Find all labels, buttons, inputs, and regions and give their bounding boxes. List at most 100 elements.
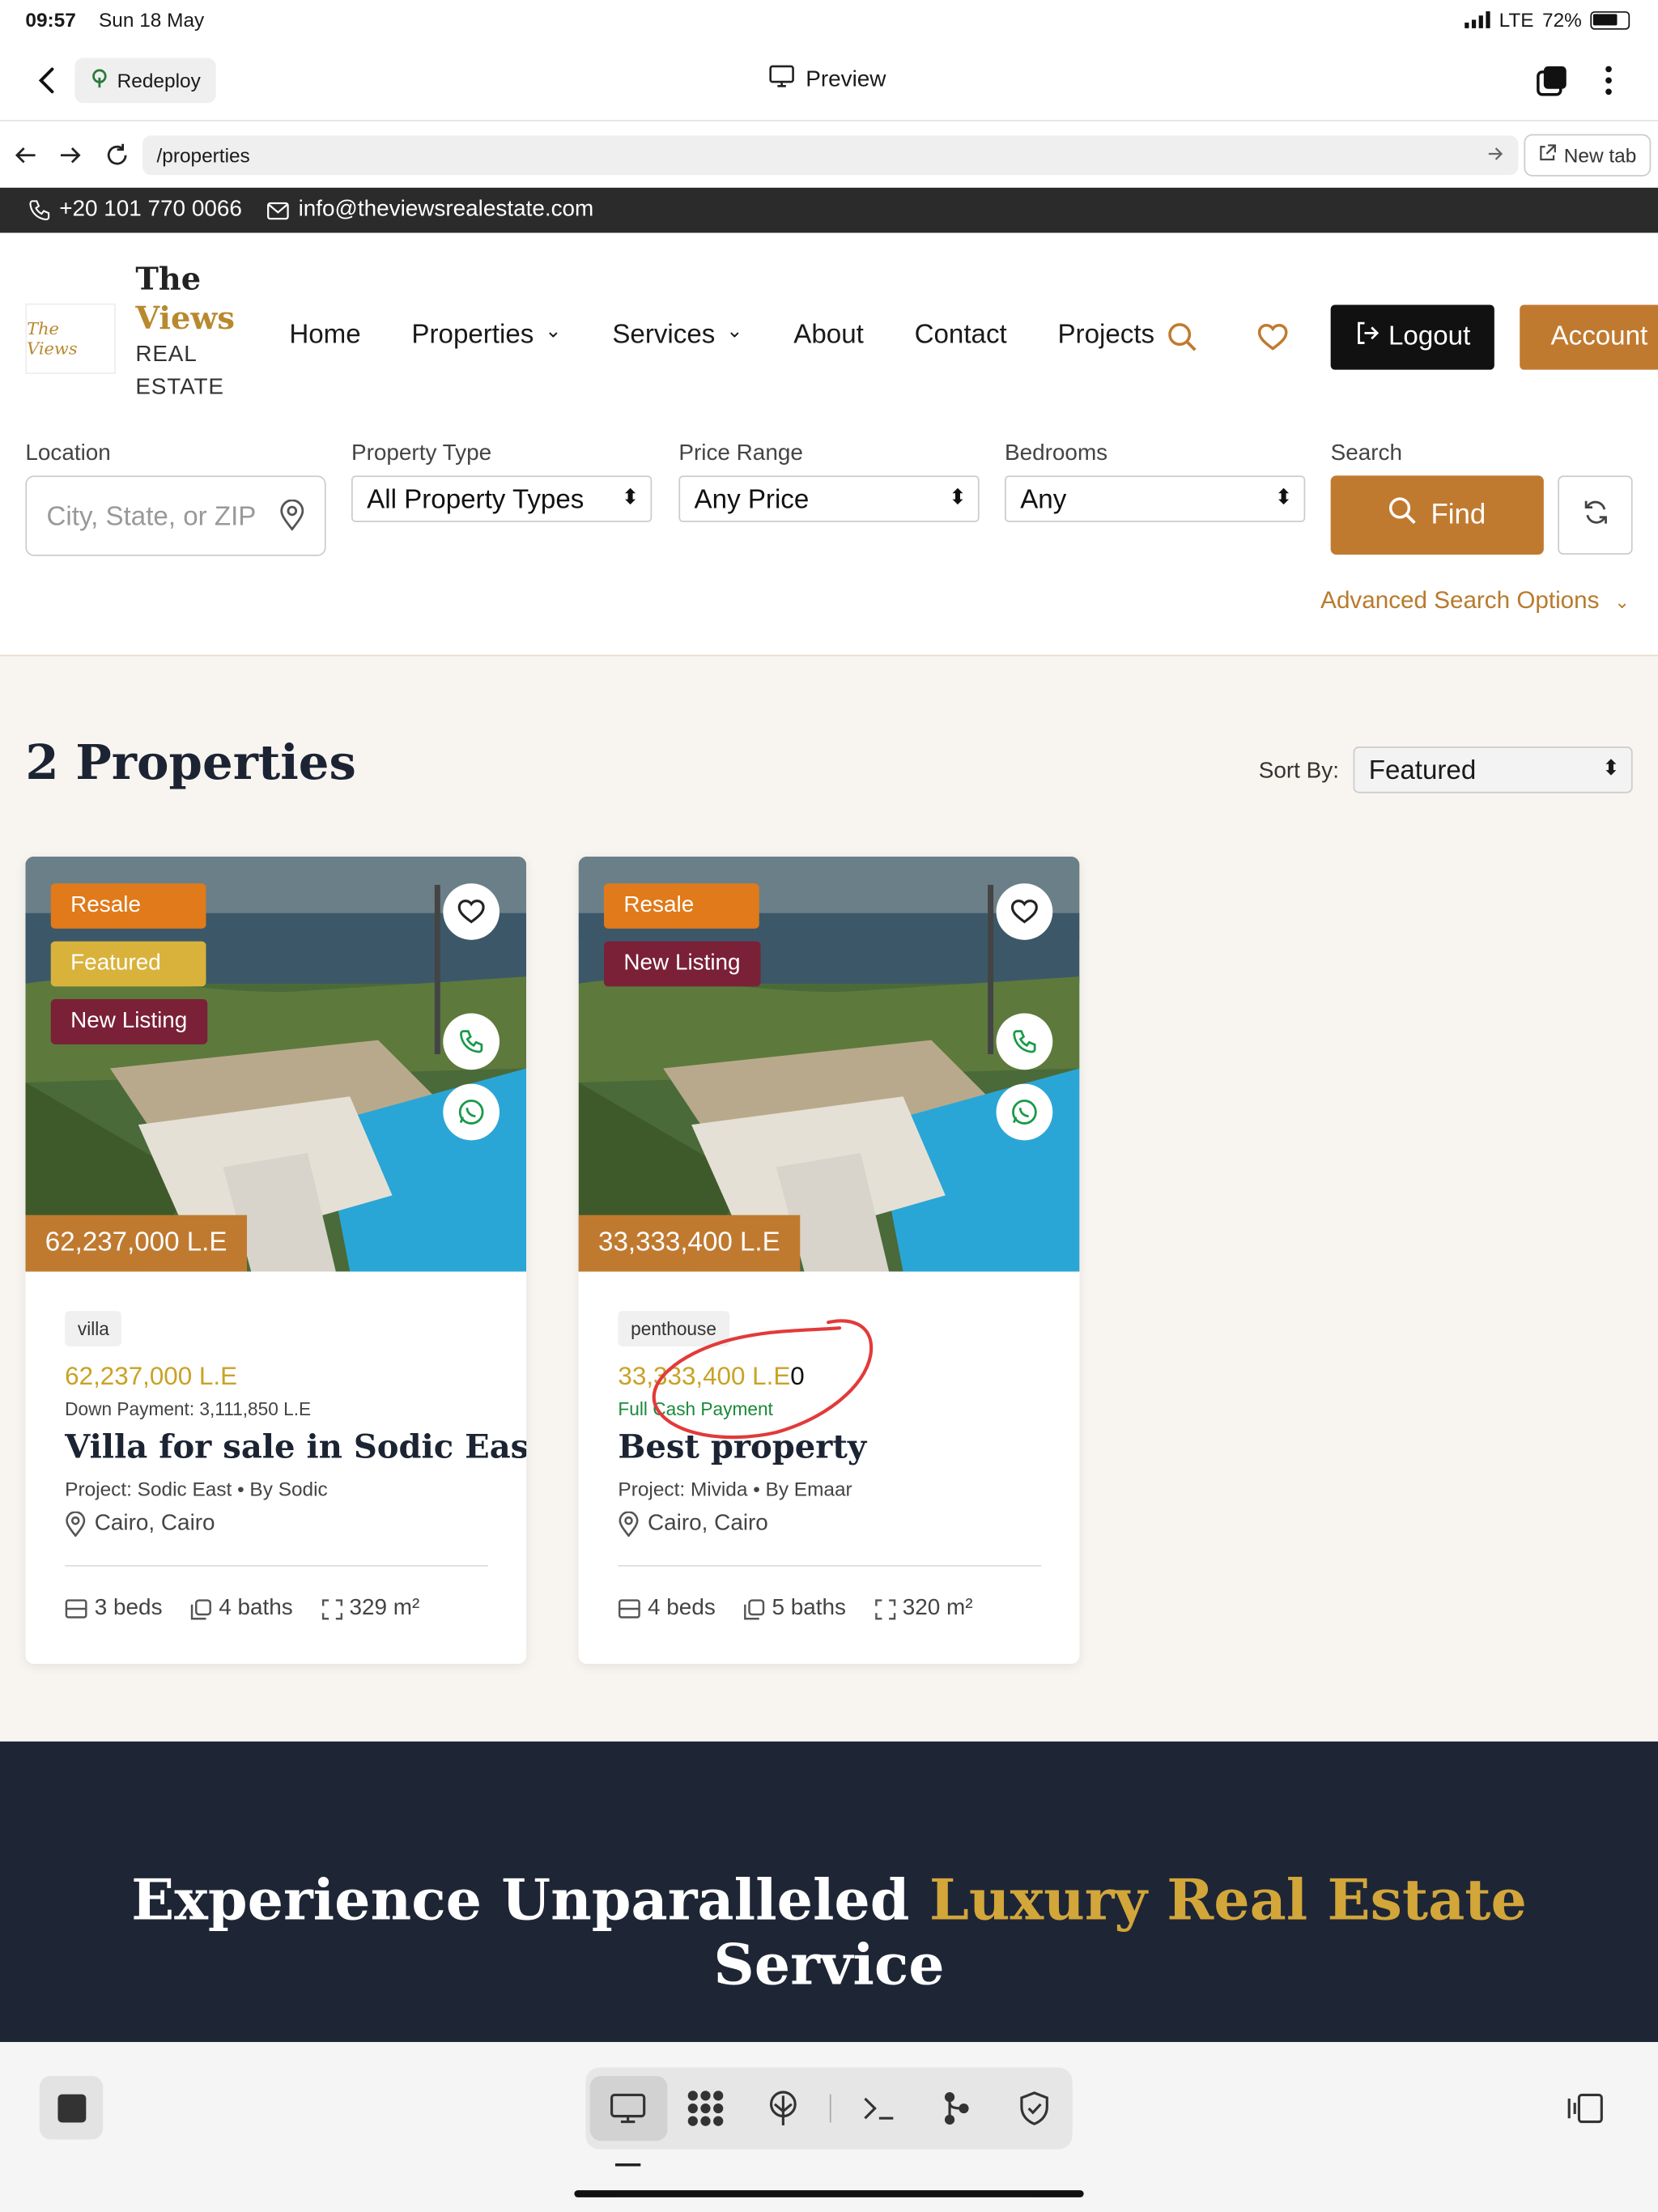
brand-line-1: The xyxy=(135,261,202,298)
preview-label: Preview xyxy=(806,66,886,91)
call-phone-icon[interactable] xyxy=(443,1013,500,1070)
status-date: Sun 18 May xyxy=(99,8,205,32)
terminal-icon[interactable] xyxy=(840,2076,918,2141)
select-arrows-icon: ⬍ xyxy=(1274,485,1293,510)
property-photo[interactable]: Resale New Listing 33,333,400 L.E xyxy=(578,857,1080,1272)
refresh-icon xyxy=(1581,497,1609,533)
bed-icon xyxy=(618,1599,640,1619)
bed-icon xyxy=(65,1599,87,1619)
logo[interactable]: The Views xyxy=(25,303,116,374)
property-card[interactable]: Resale Featured New Listing 62,237,000 L… xyxy=(25,857,527,1664)
brand-line-3: REAL xyxy=(135,342,198,368)
apps-grid-icon[interactable] xyxy=(667,2076,745,2141)
contact-email[interactable]: info@theviewsrealestate.com xyxy=(267,198,593,223)
tag-featured: Featured xyxy=(50,941,206,987)
property-type-select[interactable]: All Property Types ⬍ xyxy=(351,475,653,522)
property-card[interactable]: Resale New Listing 33,333,400 L.E pentho… xyxy=(578,857,1080,1664)
reset-filters-button[interactable] xyxy=(1558,475,1633,555)
beds-text: 3 beds xyxy=(94,1596,163,1620)
property-title[interactable]: Villa for sale in Sodic East xyxy=(65,1428,526,1466)
property-title[interactable]: Best property xyxy=(618,1428,866,1466)
contact-phone[interactable]: +20 101 770 0066 xyxy=(28,198,242,223)
status-right: LTE 72% xyxy=(1465,8,1630,31)
search-label: Search xyxy=(1330,441,1403,466)
call-phone-icon[interactable] xyxy=(996,1013,1053,1070)
baths-text: 5 baths xyxy=(772,1596,846,1620)
property-features: 3 beds 4 baths 329 m² xyxy=(65,1596,419,1621)
property-location: Cairo, Cairo xyxy=(618,1511,768,1538)
security-shield-icon[interactable] xyxy=(995,2076,1073,2141)
heart-icon[interactable] xyxy=(1256,321,1290,355)
expand-icon xyxy=(874,1598,895,1619)
brand-name[interactable]: The Views REAL ESTATE xyxy=(135,261,235,404)
bedrooms-value: Any xyxy=(1020,485,1067,516)
nav-contact[interactable]: Contact xyxy=(915,321,1007,351)
whatsapp-icon[interactable] xyxy=(443,1083,500,1141)
stop-button[interactable] xyxy=(39,2075,104,2140)
account-button[interactable]: Account xyxy=(1520,304,1658,370)
baths-feature: 4 baths xyxy=(190,1596,293,1621)
sort-select[interactable]: Featured ⬍ xyxy=(1353,747,1633,793)
logout-icon xyxy=(1354,321,1380,355)
nav-back-icon[interactable] xyxy=(11,141,40,169)
preview-tool-monitor-icon[interactable] xyxy=(589,2075,668,2142)
cta-heading: Experience Unparalleled Luxury Real Esta… xyxy=(0,1868,1658,1999)
tabs-icon[interactable] xyxy=(1534,62,1571,99)
search-filters: Location City, State, or ZIP Property Ty… xyxy=(0,441,1658,657)
tool-switcher xyxy=(585,2067,1073,2150)
beds-text: 4 beds xyxy=(648,1596,716,1620)
bath-icon xyxy=(190,1598,212,1619)
property-type-badge: penthouse xyxy=(618,1311,729,1346)
signal-icon xyxy=(1465,11,1491,28)
property-location: Cairo, Cairo xyxy=(65,1511,215,1538)
nav-projects[interactable]: Projects xyxy=(1057,321,1154,351)
more-vertical-icon[interactable] xyxy=(1595,62,1623,99)
search-icon[interactable] xyxy=(1166,321,1200,355)
nav-about[interactable]: About xyxy=(793,321,864,351)
location-placeholder: City, State, or ZIP xyxy=(46,502,257,533)
contact-strip: +20 101 770 0066 info@theviewsrealestate… xyxy=(0,187,1658,233)
find-button[interactable]: Find xyxy=(1330,475,1544,555)
whatsapp-icon[interactable] xyxy=(996,1083,1053,1141)
brand-line-2: Views xyxy=(135,300,235,337)
price-range-select[interactable]: Any Price ⬍ xyxy=(678,475,980,522)
logout-label: Logout xyxy=(1388,321,1471,352)
select-arrows-icon: ⬍ xyxy=(621,485,640,510)
go-arrow-icon[interactable] xyxy=(1487,143,1504,165)
cta-banner: Experience Unparalleled Luxury Real Esta… xyxy=(0,1741,1658,2043)
tag-resale: Resale xyxy=(50,883,206,929)
area-text: 329 m² xyxy=(349,1596,420,1620)
favorite-heart-icon[interactable] xyxy=(996,883,1053,940)
nav-home[interactable]: Home xyxy=(289,321,360,351)
nav-properties[interactable]: Properties xyxy=(411,321,561,351)
redeploy-button[interactable]: Redeploy xyxy=(74,57,216,104)
new-tab-button[interactable]: New tab xyxy=(1524,134,1652,177)
deploy-tree-icon[interactable] xyxy=(745,2076,823,2141)
back-chevron-icon[interactable] xyxy=(28,62,65,99)
map-pin-icon xyxy=(279,499,304,539)
advanced-search-toggle[interactable]: Advanced Search Options ⌄ xyxy=(1320,587,1630,615)
property-price: 33,333,400 L.E0 xyxy=(618,1362,804,1392)
property-photo[interactable]: Resale Featured New Listing 62,237,000 L… xyxy=(25,857,527,1272)
location-text: Cairo, Cairo xyxy=(94,1511,215,1536)
reload-icon[interactable] xyxy=(101,140,132,171)
bedrooms-select[interactable]: Any ⬍ xyxy=(1005,475,1306,522)
location-pin-icon xyxy=(66,1511,86,1538)
new-tab-label: New tab xyxy=(1563,143,1637,167)
url-field[interactable]: /properties xyxy=(142,135,1519,176)
logout-button[interactable]: Logout xyxy=(1330,304,1494,370)
monitor-icon xyxy=(769,65,794,95)
browser-toolbar: /properties New tab xyxy=(0,122,1658,188)
nav-services[interactable]: Services xyxy=(612,321,742,351)
nav-forward-icon[interactable] xyxy=(57,141,85,169)
divider xyxy=(618,1564,1042,1567)
url-text: /properties xyxy=(156,143,250,167)
bottom-dock xyxy=(0,2042,1658,2212)
panel-toggle-icon[interactable] xyxy=(1563,2090,1605,2126)
git-branch-icon[interactable] xyxy=(917,2076,995,2141)
property-price: 62,237,000 L.E xyxy=(65,1361,238,1390)
favorite-heart-icon[interactable] xyxy=(443,883,500,940)
sort-value: Featured xyxy=(1368,756,1477,786)
cta-heading-part2: Service xyxy=(713,1932,945,1999)
location-input[interactable]: City, State, or ZIP xyxy=(25,475,326,556)
